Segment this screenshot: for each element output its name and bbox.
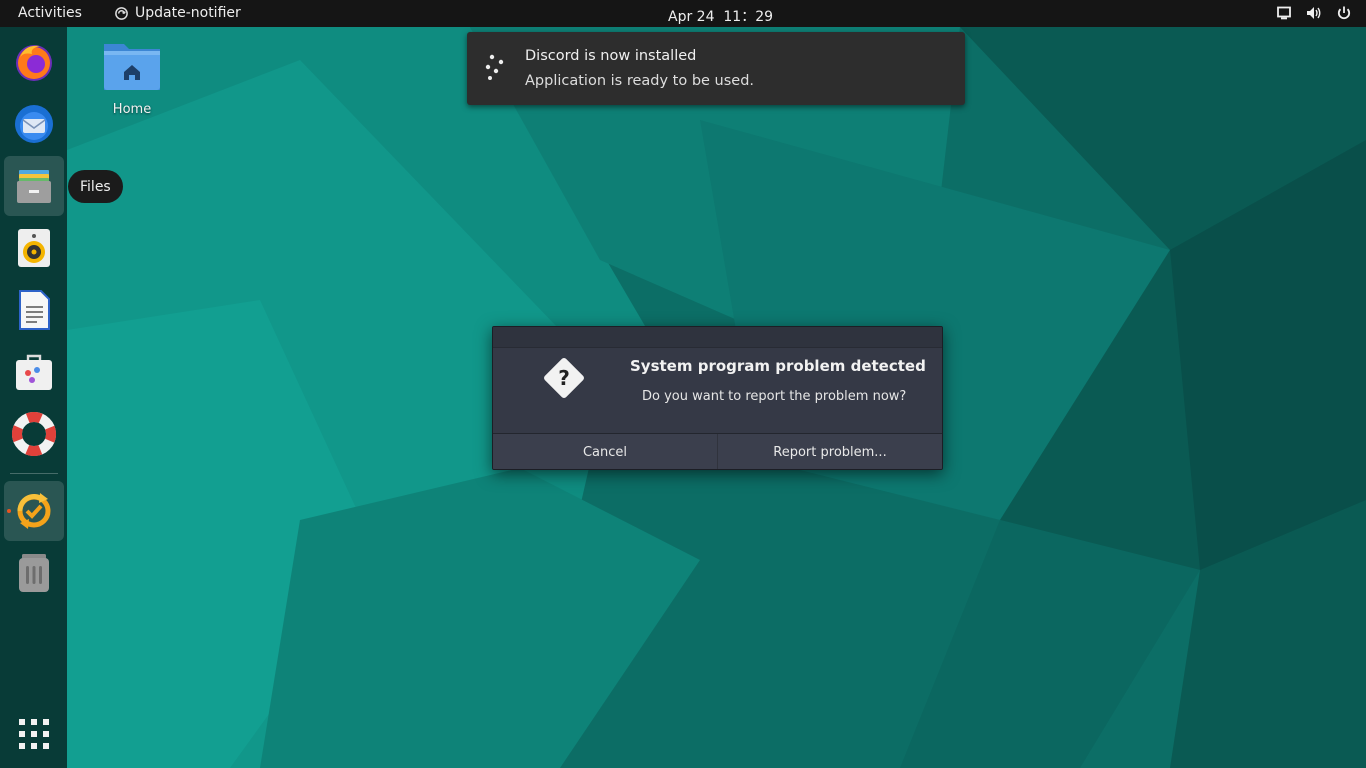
notification-body: Application is ready to be used. [525,73,755,89]
report-problem-button[interactable]: Report problem... [717,434,942,469]
top-bar: Activities Update-notifier Apr 24 11：29 [0,0,1366,27]
power-icon[interactable] [1336,5,1352,21]
spinner-icon [485,54,504,80]
updater-icon [17,493,51,529]
notification-title: Discord is now installed [525,48,697,64]
app-menu-button[interactable]: Update-notifier [114,5,241,21]
home-folder-icon [104,44,160,90]
dock-item-firefox[interactable] [4,32,64,92]
document-icon [19,290,50,330]
problem-dialog: ? System program problem detected Do you… [492,326,943,470]
notification-banner[interactable]: Discord is now installed Application is … [467,32,965,105]
clock[interactable]: Apr 24 11：29 [668,6,773,26]
dialog-title: System program problem detected [630,357,926,375]
volume-icon[interactable] [1306,5,1322,21]
dialog-message: Do you want to report the problem now? [642,389,907,404]
dock-item-trash[interactable] [4,543,64,603]
dock-item-software[interactable] [4,342,64,402]
svg-text:?: ? [558,366,570,390]
screen-icon[interactable] [1276,5,1292,21]
show-apps-button[interactable] [4,704,64,764]
dock-item-help[interactable] [4,404,64,464]
home-label: Home [112,102,152,117]
dialog-button-row: Cancel Report problem... [493,433,942,469]
desktop-home-folder[interactable]: Home [100,38,164,117]
software-store-icon [16,354,52,390]
app-menu-label: Update-notifier [135,5,241,21]
dock [0,27,67,768]
activities-button[interactable]: Activities [18,5,82,21]
cancel-button[interactable]: Cancel [493,434,717,469]
dock-tooltip: Files [68,170,123,203]
update-notifier-icon [115,6,128,20]
firefox-icon [16,45,52,81]
dock-separator [10,473,58,474]
dialog-titlebar[interactable] [493,327,942,348]
dock-item-files[interactable] [4,156,64,216]
lifebuoy-icon [12,412,56,456]
dock-item-writer[interactable] [4,280,64,340]
question-icon: ? [544,358,584,398]
grid-icon [19,719,49,749]
files-icon [17,170,51,203]
trash-icon [19,554,49,592]
dock-item-thunderbird[interactable] [4,94,64,154]
running-indicator [7,509,11,513]
dock-item-rhythmbox[interactable] [4,218,64,278]
speaker-icon [18,229,50,267]
dock-item-software-updater[interactable] [4,481,64,541]
thunderbird-icon [15,105,53,143]
clock-time: 11：29 [723,9,774,25]
clock-date: Apr 24 [668,9,715,25]
system-tray[interactable] [1276,5,1352,21]
